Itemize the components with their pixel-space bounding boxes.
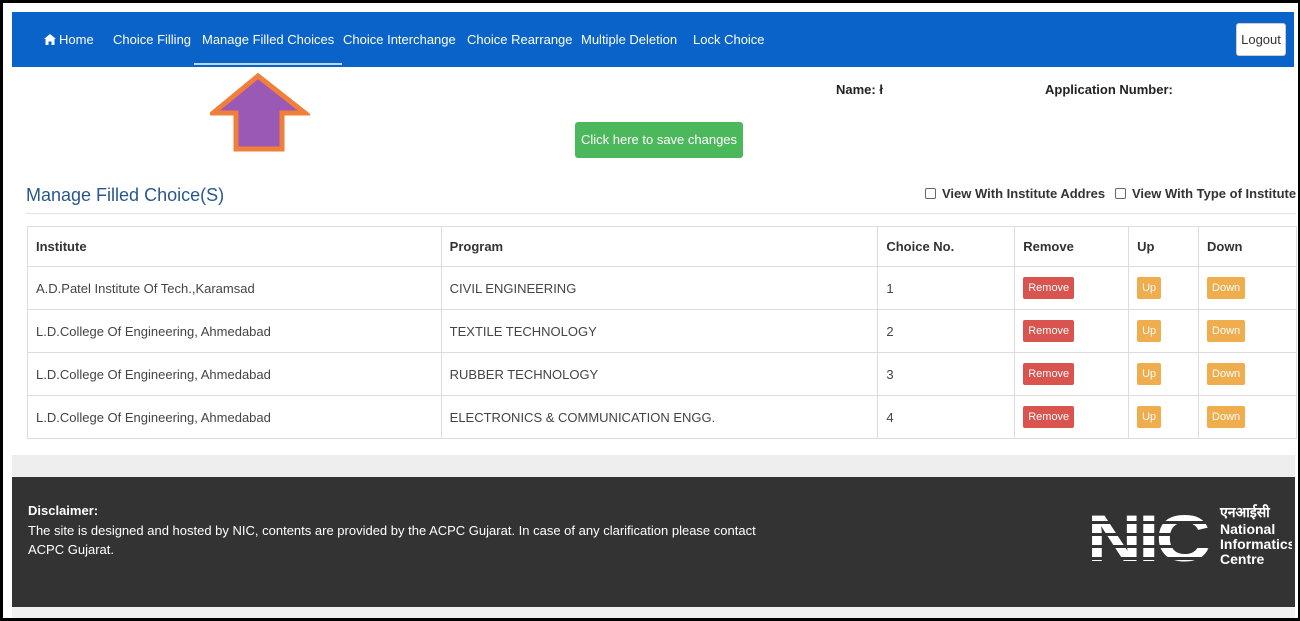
section-divider	[26, 213, 1296, 214]
down-button[interactable]: Down	[1207, 363, 1246, 385]
application-number: Application Number:	[1045, 82, 1173, 97]
nav-multiple-deletion[interactable]: Multiple Deletion	[581, 12, 677, 67]
cell-choice-no: 3	[877, 352, 1016, 396]
header-down: Down	[1198, 226, 1297, 267]
remove-button[interactable]: Remove	[1023, 406, 1075, 428]
cell-institute: L.D.College Of Engineering, Ahmedabad	[27, 352, 442, 396]
nav-choice-rearrange[interactable]: Choice Rearrange	[467, 12, 573, 67]
cell-down: Down	[1198, 352, 1297, 396]
view-with-type-checkbox[interactable]	[1115, 188, 1126, 199]
cell-remove: Remove	[1014, 266, 1130, 310]
header-choice-no: Choice No.	[877, 226, 1016, 267]
cell-up: Up	[1128, 395, 1200, 439]
table-header-row: Institute Program Choice No. Remove Up D…	[27, 226, 1297, 267]
cell-remove: Remove	[1014, 395, 1130, 439]
remove-button[interactable]: Remove	[1023, 363, 1075, 385]
choices-table: Institute Program Choice No. Remove Up D…	[27, 226, 1297, 439]
page-bottom-band	[12, 607, 1295, 618]
down-button[interactable]: Down	[1207, 277, 1246, 299]
footer: Disclaimer: The site is designed and hos…	[12, 477, 1295, 607]
header-institute: Institute	[27, 226, 442, 267]
nav-choice-interchange[interactable]: Choice Interchange	[343, 12, 456, 67]
cell-up: Up	[1128, 309, 1200, 353]
nav-home-label: Home	[59, 32, 94, 47]
remove-button[interactable]: Remove	[1023, 277, 1075, 299]
cell-up: Up	[1128, 266, 1200, 310]
up-button[interactable]: Up	[1137, 406, 1162, 428]
view-with-type-option[interactable]: View With Type of Institutе	[1115, 186, 1296, 201]
cell-program: RUBBER TECHNOLOGY	[440, 352, 879, 396]
header-up: Up	[1128, 226, 1200, 267]
cell-remove: Remove	[1014, 309, 1130, 353]
view-with-address-option[interactable]: View With Institute Addres	[925, 186, 1105, 201]
nic-logo: NIC एनआईसी National Informatics Centre	[1087, 501, 1292, 571]
cell-down: Down	[1198, 309, 1297, 353]
up-button[interactable]: Up	[1137, 320, 1162, 342]
nic-logo-line1: National	[1220, 521, 1275, 537]
cell-choice-no: 4	[877, 395, 1016, 439]
cell-remove: Remove	[1014, 352, 1130, 396]
home-icon	[44, 34, 56, 45]
disclaimer-text: The site is designed and hosted by NIC, …	[28, 523, 756, 557]
nic-logo-line2: Informatics	[1220, 536, 1292, 552]
section-title: Manage Filled Choice(S)	[26, 185, 225, 205]
cell-institute: L.D.College Of Engineering, Ahmedabad	[27, 395, 442, 439]
cell-program: TEXTILE TECHNOLOGY	[440, 309, 879, 353]
table-row: A.D.Patel Institute Of Tech.,Karamsad CI…	[27, 266, 1297, 310]
cell-choice-no: 1	[877, 266, 1016, 310]
nic-logo-line3: Centre	[1220, 551, 1265, 567]
remove-button[interactable]: Remove	[1023, 320, 1075, 342]
nav-choice-filling[interactable]: Choice Filling	[113, 12, 191, 67]
up-button[interactable]: Up	[1137, 277, 1162, 299]
cell-institute: A.D.Patel Institute Of Tech.,Karamsad	[27, 266, 442, 310]
cell-down: Down	[1198, 395, 1297, 439]
table-row: L.D.College Of Engineering, Ahmedabad TE…	[27, 309, 1297, 353]
top-nav: Home Choice Filling Manage Filled Choice…	[12, 12, 1294, 67]
browser-frame: Home Choice Filling Manage Filled Choice…	[0, 0, 1300, 621]
down-button[interactable]: Down	[1207, 406, 1246, 428]
cell-program: CIVIL ENGINEERING	[440, 266, 879, 310]
logout-button[interactable]: Logout	[1236, 23, 1286, 56]
annotation-up-arrow-icon	[210, 73, 310, 152]
cell-choice-no: 2	[877, 309, 1016, 353]
content-bottom-band	[12, 455, 1295, 477]
view-with-address-label: View With Institute Addres	[942, 186, 1106, 201]
disclaimer-title: Disclaimer:	[28, 503, 99, 518]
down-button[interactable]: Down	[1207, 320, 1246, 342]
header-remove: Remove	[1014, 226, 1130, 267]
nav-lock-choice[interactable]: Lock Choice	[693, 12, 765, 67]
table-row: L.D.College Of Engineering, Ahmedabad EL…	[27, 395, 1297, 439]
cell-institute: L.D.College Of Engineering, Ahmedabad	[27, 309, 442, 353]
up-button[interactable]: Up	[1137, 363, 1162, 385]
cell-up: Up	[1128, 352, 1200, 396]
header-program: Program	[440, 226, 879, 267]
table-row: L.D.College Of Engineering, Ahmedabad RU…	[27, 352, 1297, 396]
view-with-type-label: View With Type of Institutе	[1132, 186, 1297, 201]
cell-down: Down	[1198, 266, 1297, 310]
nav-manage-filled-choices[interactable]: Manage Filled Choices	[194, 12, 343, 65]
save-changes-button[interactable]: Click here to save changes	[575, 122, 743, 158]
view-with-address-checkbox[interactable]	[925, 188, 936, 199]
nav-home[interactable]: Home	[44, 12, 94, 67]
nic-logo-hindi: एनआईसी	[1219, 504, 1271, 521]
cell-program: ELECTRONICS & COMMUNICATION ENGG.	[440, 395, 879, 439]
applicant-name: Name: ł	[836, 82, 883, 97]
